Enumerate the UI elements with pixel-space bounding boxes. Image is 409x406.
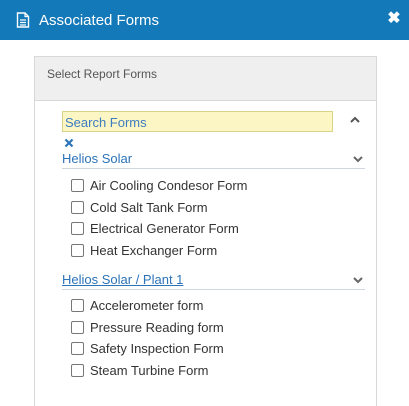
form-item: Air Cooling Condesor Form — [71, 176, 248, 194]
group-header-helios-solar-plant-1: Helios Solar / Plant 1 — [62, 270, 365, 290]
form-label: Electrical Generator Form — [90, 220, 239, 236]
form-checkbox[interactable] — [71, 320, 84, 334]
form-label: Steam Turbine Form — [90, 362, 209, 378]
search-forms-input[interactable] — [62, 111, 333, 132]
form-item: Accelerometer form — [71, 296, 203, 314]
form-checkbox[interactable] — [71, 298, 84, 312]
form-checkbox[interactable] — [71, 221, 84, 235]
form-item: Safety Inspection Form — [71, 339, 224, 357]
dialog-titlebar: Associated Forms ✖ — [0, 0, 409, 40]
form-label: Heat Exchanger Form — [90, 242, 218, 258]
form-label: Accelerometer form — [90, 297, 204, 313]
form-item: Electrical Generator Form — [71, 219, 239, 237]
chevron-down-icon[interactable] — [351, 273, 365, 287]
form-item: Steam Turbine Form — [71, 361, 209, 379]
chevron-up-icon[interactable] — [348, 113, 362, 127]
close-icon[interactable]: ✖ — [385, 10, 403, 28]
form-checkbox[interactable] — [71, 341, 84, 355]
form-checkbox[interactable] — [71, 200, 84, 214]
select-report-forms-panel: Select Report Forms Helios Solar Air Coo… — [34, 56, 377, 406]
form-checkbox[interactable] — [71, 363, 84, 377]
form-checkbox[interactable] — [71, 243, 84, 257]
panel-header: Select Report Forms — [35, 57, 376, 101]
form-label: Pressure Reading form — [90, 319, 224, 335]
group-label[interactable]: Helios Solar — [62, 151, 132, 166]
document-icon — [14, 11, 32, 29]
form-item: Pressure Reading form — [71, 318, 224, 336]
group-label[interactable]: Helios Solar / Plant 1 — [62, 272, 183, 287]
form-label: Air Cooling Condesor Form — [90, 177, 248, 193]
chevron-down-icon[interactable] — [351, 152, 365, 166]
form-checkbox[interactable] — [71, 178, 84, 192]
dialog-title: Associated Forms — [39, 11, 160, 29]
form-label: Cold Salt Tank Form — [90, 199, 208, 215]
form-item: Cold Salt Tank Form — [71, 198, 208, 216]
group-header-helios-solar: Helios Solar — [62, 149, 365, 169]
form-label: Safety Inspection Form — [90, 340, 224, 356]
form-item: Heat Exchanger Form — [71, 241, 217, 259]
clear-search-icon[interactable] — [64, 135, 74, 148]
